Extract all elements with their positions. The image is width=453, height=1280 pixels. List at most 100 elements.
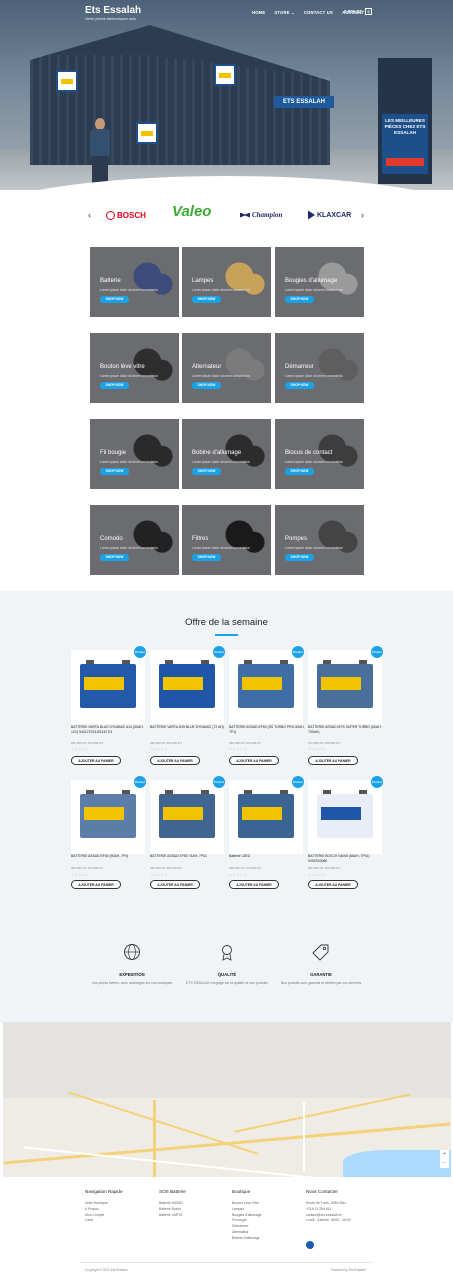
location-map[interactable]: + − (3, 1022, 451, 1177)
add-to-cart-button[interactable]: AJOUTER AU PANIER (71, 756, 121, 765)
category-tile-bouton-leve-vitre[interactable]: Bouton lève vitre Lorem ipsum dolor sit a… (90, 333, 179, 403)
category-tile-blocus-de-contact[interactable]: Blocus de contact Lorem ipsum dolor sit a… (275, 419, 364, 489)
copyright-text: Copyright © 2022 Ets Essalah (85, 1268, 128, 1272)
shop-now-button[interactable]: SHOP NOW (285, 468, 314, 475)
product-price: 300,000 DT 270,000 DT (229, 866, 262, 870)
product-name[interactable]: BATTERIE ASSAD EF60 74AH, 7P41 (150, 854, 226, 859)
brand-logo-valeo[interactable]: Valeo (172, 203, 211, 220)
shop-now-button[interactable]: SHOP NOW (100, 296, 129, 303)
brand-logo-klaxcar[interactable]: KLAXCAR (308, 208, 351, 222)
category-title: Comodo (100, 536, 123, 542)
add-to-cart-button[interactable]: AJOUTER AU PANIER (71, 880, 121, 889)
category-description: Lorem ipsum dolor sit amet consectetur. (100, 546, 159, 550)
product-price: 270,000 DT 245,000 DT (308, 741, 341, 745)
category-description: Lorem ipsum dolor sit amet consectetur. (285, 374, 344, 378)
product-image[interactable] (71, 650, 145, 724)
brand-logo-champion[interactable]: Champion (240, 208, 282, 222)
category-title: Bobine d'allumage (192, 450, 242, 456)
shop-now-button[interactable]: SHOP NOW (100, 382, 129, 389)
cart-total: 0,000 DT (344, 9, 363, 14)
shop-now-button[interactable]: SHOP NOW (285, 554, 314, 561)
category-tile-batterie[interactable]: Batterie Lorem ipsum dolor sit amet conse… (90, 247, 179, 317)
category-tile-demarreur[interactable]: Démarreur Lorem ipsum dolor sit amet cons… (275, 333, 364, 403)
product-image[interactable] (229, 780, 303, 854)
product-image[interactable] (229, 650, 303, 724)
menu-store[interactable]: STORE ⌄ (274, 10, 294, 15)
feature-garantie: GARANTIE Nos produits sont garantis et v… (276, 943, 366, 986)
shop-now-button[interactable]: SHOP NOW (192, 296, 221, 303)
product-price: 290,000 DT 255,000 DT (150, 866, 183, 870)
product-name[interactable]: BATTERIE BOSCH S4008 (66AH, 7P41) 0092S4… (308, 854, 384, 863)
category-description: Lorem ipsum dolor sit amet consectetur. (192, 374, 251, 378)
cart-button[interactable]: 0,000 DT 0 (344, 8, 373, 15)
category-image (221, 253, 267, 305)
promo-badge: Promo! (134, 776, 146, 788)
hero-banner: ETS ESSALAH LES MEILLEURES PIÈCES CHEZ E… (0, 0, 453, 190)
product-name[interactable]: BATTERIE ASSAD MTS SUPER TURBO (60AH, 70… (308, 725, 384, 734)
add-to-cart-button[interactable]: AJOUTER AU PANIER (150, 880, 200, 889)
rating-stars: ☆☆☆☆☆ (308, 747, 327, 751)
category-tile-fil-bougie[interactable]: Fil bougie Lorem ipsum dolor sit amet con… (90, 419, 179, 489)
category-title: Bouton lève vitre (100, 364, 145, 370)
promo-badge: Promo! (371, 776, 383, 788)
shop-now-button[interactable]: SHOP NOW (100, 468, 129, 475)
category-image (221, 511, 267, 563)
rating-stars: ☆☆☆☆☆ (308, 873, 327, 877)
site-brand[interactable]: Ets Essalah (85, 5, 141, 16)
footer-link[interactable]: Bouton Lève Vitre (232, 1201, 262, 1207)
add-to-cart-button[interactable]: AJOUTER AU PANIER (229, 756, 279, 765)
category-title: Batterie (100, 278, 121, 284)
footer-link[interactable]: Carte (85, 1218, 123, 1224)
facebook-icon[interactable] (306, 1241, 314, 1249)
shop-now-button[interactable]: SHOP NOW (285, 296, 314, 303)
map-zoom-control[interactable]: + − (440, 1150, 449, 1168)
category-title: Lampes (192, 278, 214, 284)
category-description: Lorem ipsum dolor sit amet consectetur. (192, 460, 251, 464)
product-price: 305,000 DT 270,000 DT (71, 866, 104, 870)
menu-home[interactable]: HOME (252, 10, 265, 15)
product-name[interactable]: BATTERIE ASSAD EF60 (SS TURBO PRO 60AH, … (229, 725, 305, 734)
category-tile-filtres[interactable]: Filtres Lorem ipsum dolor sit amet consec… (182, 505, 271, 575)
product-name[interactable]: BATTERIE VARTA BLUE DYNAMIC A14 (60AH-12… (71, 725, 147, 734)
product-image[interactable] (71, 780, 145, 854)
category-image (129, 425, 175, 477)
carousel-prev-arrow[interactable]: ‹ (88, 210, 91, 220)
rating-stars: ☆☆☆☆☆ (150, 747, 169, 751)
product-image[interactable] (150, 650, 224, 724)
category-tile-bobine-d-allumage[interactable]: Bobine d'allumage Lorem ipsum dolor sit a… (182, 419, 271, 489)
shop-now-button[interactable]: SHOP NOW (285, 382, 314, 389)
shop-now-button[interactable]: SHOP NOW (192, 554, 221, 561)
add-to-cart-button[interactable]: AJOUTER AU PANIER (308, 880, 358, 889)
carousel-next-arrow[interactable]: › (361, 210, 364, 220)
product-image[interactable] (150, 780, 224, 854)
shop-now-button[interactable]: SHOP NOW (192, 468, 221, 475)
shop-now-button[interactable]: SHOP NOW (100, 554, 129, 561)
category-tile-bougies-d-allumage[interactable]: Bougies d'allumage Lorem ipsum dolor sit … (275, 247, 364, 317)
champion-bowtie-icon (240, 212, 250, 218)
brand-logo-bosch[interactable]: BOSCH (106, 208, 146, 222)
feature-expedition: EXPEDITION Vos pièces livrées, avec avan… (87, 943, 177, 986)
category-title: Fil bougie (100, 450, 127, 456)
category-tile-lampes[interactable]: Lampes Lorem ipsum dolor sit amet consect… (182, 247, 271, 317)
add-to-cart-button[interactable]: AJOUTER AU PANIER (308, 756, 358, 765)
footer-link[interactable]: Batterie VARTA (159, 1213, 186, 1219)
product-name[interactable]: BATTERIE ASSAD EF60 (90AH, 7P4) (71, 854, 147, 859)
bosch-icon (106, 210, 115, 220)
shop-now-button[interactable]: SHOP NOW (192, 382, 221, 389)
footer-link[interactable]: Batterie ASSAD (159, 1201, 186, 1207)
product-name[interactable]: BATTERIE VARTA D39 BLUE DYNAMIC (72 AH) (150, 725, 226, 730)
product-image[interactable] (308, 650, 382, 724)
add-to-cart-button[interactable]: AJOUTER AU PANIER (229, 880, 279, 889)
footer-link[interactable]: Bobine d'allumage (232, 1236, 262, 1242)
klaxcar-icon (308, 210, 315, 220)
category-title: Bougies d'allumage (285, 278, 338, 284)
category-description: Lorem ipsum dolor sit amet consectetur. (285, 460, 344, 464)
product-name[interactable]: Batterie L3ED (229, 854, 305, 859)
add-to-cart-button[interactable]: AJOUTER AU PANIER (150, 756, 200, 765)
menu-contact[interactable]: CONTACT US (304, 10, 333, 15)
person-image (88, 118, 112, 184)
category-tile-pompes[interactable]: Pompes Lorem ipsum dolor sit amet consect… (275, 505, 364, 575)
product-image[interactable] (308, 780, 382, 854)
category-tile-alternateur[interactable]: Alternateur Lorem ipsum dolor sit amet co… (182, 333, 271, 403)
category-tile-comodo[interactable]: Comodo Lorem ipsum dolor sit amet consect… (90, 505, 179, 575)
